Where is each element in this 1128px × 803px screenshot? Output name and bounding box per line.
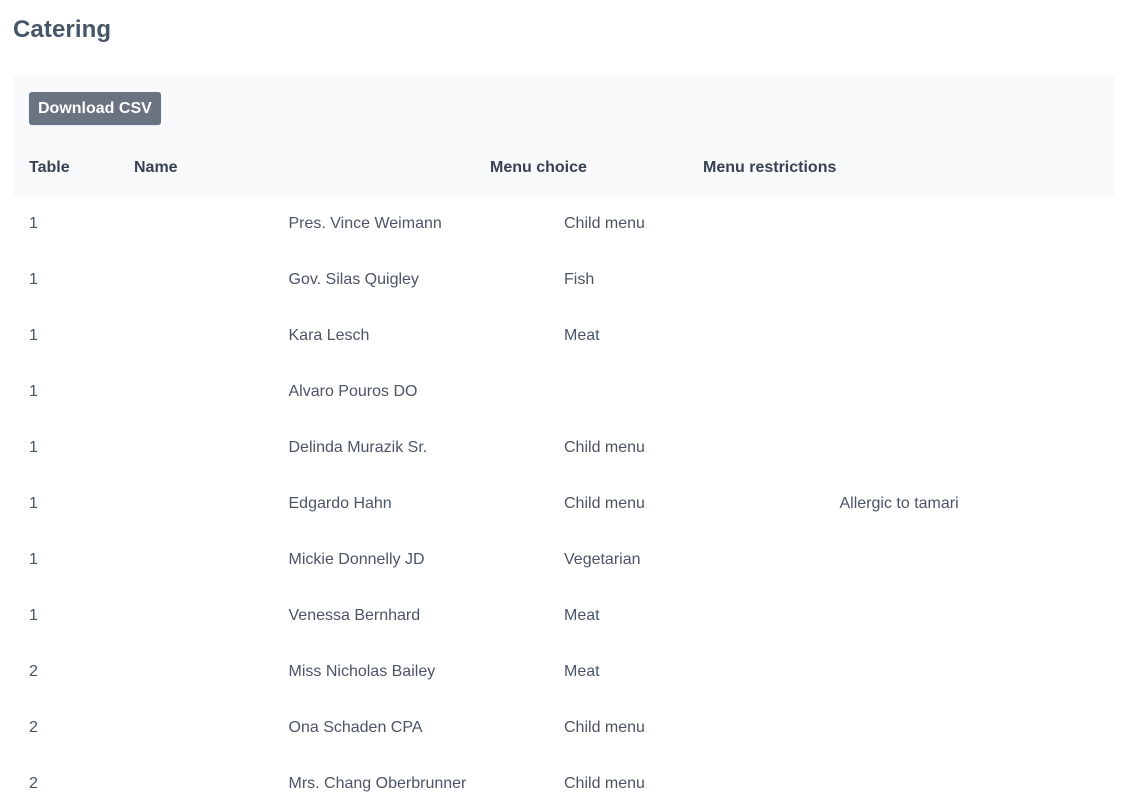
guest-name-cell: Kara Lesch	[288, 327, 370, 344]
menu-restrictions-cell	[840, 644, 1116, 700]
table-row: 1 Venessa Bernhard Meat	[13, 588, 1115, 644]
table-number-cell: 1	[29, 495, 38, 512]
table-row: 2 Miss Nicholas Bailey Meat	[13, 644, 1115, 700]
table-number-cell: 1	[29, 271, 38, 288]
table-number-cell: 2	[29, 775, 38, 792]
menu-restrictions-cell: Allergic to tamari	[839, 495, 959, 512]
table-number-cell: 1	[29, 215, 38, 232]
table-row: 1 Delinda Murazik Sr. Child menu	[13, 420, 1115, 476]
table-row: 1 Edgardo Hahn Child menu Allergic to ta…	[13, 476, 1115, 532]
menu-restrictions-cell	[840, 532, 1116, 588]
table-number-cell: 1	[29, 383, 38, 400]
download-csv-button[interactable]: Download CSV	[29, 92, 161, 125]
menu-choice-cell: Child menu	[564, 439, 645, 456]
guest-name-cell: Venessa Bernhard	[288, 607, 421, 624]
table-row: 1 Kara Lesch Meat	[13, 308, 1115, 364]
menu-restrictions-cell	[840, 588, 1116, 644]
menu-choice-cell: Fish	[564, 271, 595, 288]
table-number-cell: 1	[29, 607, 38, 624]
menu-restrictions-cell	[840, 756, 1116, 803]
guest-name-cell: Mickie Donnelly JD	[288, 551, 425, 568]
catering-table-card: Download CSV Table Name Menu choice Menu…	[13, 76, 1115, 803]
guest-name-cell: Delinda Murazik Sr.	[288, 439, 428, 456]
guest-name-cell: Gov. Silas Quigley	[288, 271, 419, 288]
guest-name-cell: Miss Nicholas Bailey	[288, 663, 436, 680]
table-row: 2 Mrs. Chang Oberbrunner Child menu	[13, 756, 1115, 803]
menu-restrictions-cell	[840, 308, 1116, 364]
guest-name-cell: Alvaro Pouros DO	[288, 383, 418, 400]
menu-restrictions-column-header[interactable]: Menu restrictions	[703, 140, 1115, 196]
menu-restrictions-cell	[840, 700, 1116, 756]
menu-choice-cell: Child menu	[564, 215, 645, 232]
menu-choice-cell: Child menu	[564, 719, 645, 736]
menu-choice-cell: Vegetarian	[564, 551, 641, 568]
guest-name-cell: Ona Schaden CPA	[288, 719, 423, 736]
menu-restrictions-cell	[840, 196, 1116, 252]
menu-choice-cell: Meat	[564, 607, 600, 624]
table-row: 1 Pres. Vince Weimann Child menu	[13, 196, 1115, 252]
menu-choice-cell: Meat	[564, 327, 600, 344]
menu-choice-cell: Child menu	[564, 775, 645, 792]
name-column-header[interactable]: Name	[134, 140, 490, 196]
table-column-header[interactable]: Table	[13, 140, 134, 196]
page-title: Catering	[13, 16, 112, 43]
catering-page: Catering Download CSV Table Name Menu ch…	[0, 0, 1128, 803]
guest-name-cell: Edgardo Hahn	[288, 495, 392, 512]
table-row: 1 Alvaro Pouros DO	[13, 364, 1115, 420]
menu-choice-column-header[interactable]: Menu choice	[490, 140, 703, 196]
table-header: Table Name Menu choice Menu restrictions	[13, 140, 1115, 196]
menu-choice-cell: Child menu	[564, 495, 645, 512]
table-row: 1 Mickie Donnelly JD Vegetarian	[13, 532, 1115, 588]
menu-choice-cell: Meat	[564, 663, 600, 680]
menu-restrictions-cell	[840, 420, 1116, 476]
table-number-cell: 1	[29, 551, 38, 568]
table-header-row: Table Name Menu choice Menu restrictions	[13, 140, 1115, 196]
guest-name-cell: Mrs. Chang Oberbrunner	[288, 775, 467, 792]
table-row: 1 Gov. Silas Quigley Fish	[13, 252, 1115, 308]
table-number-cell: 2	[29, 663, 38, 680]
table-number-cell: 2	[29, 719, 38, 736]
catering-table: Table Name Menu choice Menu restrictions…	[13, 159, 1115, 803]
menu-restrictions-cell	[840, 252, 1116, 308]
guest-name-cell: Pres. Vince Weimann	[288, 215, 442, 232]
table-number-cell: 1	[29, 327, 38, 344]
table-body: 1 Pres. Vince Weimann Child menu 1 Gov. …	[13, 196, 1115, 803]
table-number-cell: 1	[29, 439, 38, 456]
table-row: 2 Ona Schaden CPA Child menu	[13, 700, 1115, 756]
menu-restrictions-cell	[840, 364, 1116, 420]
menu-choice-cell	[564, 364, 840, 420]
